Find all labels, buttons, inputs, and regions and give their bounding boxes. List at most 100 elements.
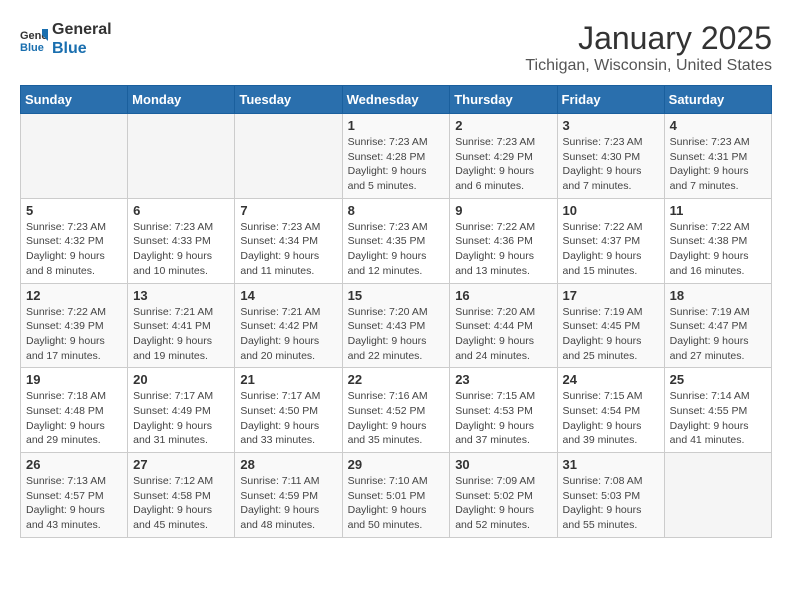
day-number: 26 — [26, 457, 122, 472]
day-info: Sunrise: 7:17 AM Sunset: 4:50 PM Dayligh… — [240, 389, 336, 448]
header-wednesday: Wednesday — [342, 86, 450, 114]
calendar-cell: 30Sunrise: 7:09 AM Sunset: 5:02 PM Dayli… — [450, 453, 557, 538]
calendar-cell: 12 Sunrise: 7:22 AM Sunset: 4:39 PM Dayli… — [21, 283, 128, 368]
header-sunday: Sunday — [21, 86, 128, 114]
day-info: Sunrise: 7:22 AM Sunset: 4:39 PM Dayligh… — [26, 305, 122, 364]
day-info: Sunrise: 7:18 AM Sunset: 4:48 PM Dayligh… — [26, 389, 122, 448]
calendar-table: SundayMondayTuesdayWednesdayThursdayFrid… — [20, 85, 772, 538]
day-number: 11 — [670, 203, 766, 218]
day-number: 29 — [348, 457, 445, 472]
calendar-cell: 11 Sunrise: 7:22 AM Sunset: 4:38 PM Dayli… — [664, 198, 771, 283]
day-info: Sunrise: 7:23 AM Sunset: 4:28 PM Dayligh… — [348, 135, 445, 194]
day-number: 3 — [563, 118, 659, 133]
calendar-cell: 21 Sunrise: 7:17 AM Sunset: 4:50 PM Dayli… — [235, 368, 342, 453]
day-info: Sunrise: 7:22 AM Sunset: 4:37 PM Dayligh… — [563, 220, 659, 279]
day-number: 9 — [455, 203, 551, 218]
calendar-cell: 8 Sunrise: 7:23 AM Sunset: 4:35 PM Daylig… — [342, 198, 450, 283]
day-info: Sunrise: 7:23 AM Sunset: 4:29 PM Dayligh… — [455, 135, 551, 194]
day-info: Sunrise: 7:22 AM Sunset: 4:38 PM Dayligh… — [670, 220, 766, 279]
calendar-week-5: 26 Sunrise: 7:13 AM Sunset: 4:57 PM Dayli… — [21, 453, 772, 538]
day-number: 12 — [26, 288, 122, 303]
header-monday: Monday — [128, 86, 235, 114]
calendar-cell: 31 Sunrise: 7:08 AM Sunset: 5:03 PM Dayli… — [557, 453, 664, 538]
calendar-cell: 28 Sunrise: 7:11 AM Sunset: 4:59 PM Dayli… — [235, 453, 342, 538]
header-thursday: Thursday — [450, 86, 557, 114]
svg-text:Blue: Blue — [20, 42, 44, 53]
day-info: Sunrise: 7:20 AM Sunset: 4:43 PM Dayligh… — [348, 305, 445, 364]
day-info: Sunrise: 7:09 AM Sunset: 5:02 PM Dayligh… — [455, 474, 551, 533]
calendar-cell: 18 Sunrise: 7:19 AM Sunset: 4:47 PM Dayli… — [664, 283, 771, 368]
day-info: Sunrise: 7:21 AM Sunset: 4:42 PM Dayligh… — [240, 305, 336, 364]
calendar-cell: 13 Sunrise: 7:21 AM Sunset: 4:41 PM Dayli… — [128, 283, 235, 368]
day-info: Sunrise: 7:08 AM Sunset: 5:03 PM Dayligh… — [563, 474, 659, 533]
header-saturday: Saturday — [664, 86, 771, 114]
calendar-cell: 14 Sunrise: 7:21 AM Sunset: 4:42 PM Dayli… — [235, 283, 342, 368]
logo-general-text: General — [52, 20, 112, 39]
day-info: Sunrise: 7:23 AM Sunset: 4:33 PM Dayligh… — [133, 220, 229, 279]
day-number: 27 — [133, 457, 229, 472]
calendar-cell: 20 Sunrise: 7:17 AM Sunset: 4:49 PM Dayli… — [128, 368, 235, 453]
day-info: Sunrise: 7:15 AM Sunset: 4:53 PM Dayligh… — [455, 389, 551, 448]
calendar-cell: 23 Sunrise: 7:15 AM Sunset: 4:53 PM Dayli… — [450, 368, 557, 453]
day-number: 23 — [455, 372, 551, 387]
day-info: Sunrise: 7:20 AM Sunset: 4:44 PM Dayligh… — [455, 305, 551, 364]
calendar-cell: 6 Sunrise: 7:23 AM Sunset: 4:33 PM Daylig… — [128, 198, 235, 283]
day-number: 5 — [26, 203, 122, 218]
day-info: Sunrise: 7:23 AM Sunset: 4:31 PM Dayligh… — [670, 135, 766, 194]
day-info: Sunrise: 7:23 AM Sunset: 4:34 PM Dayligh… — [240, 220, 336, 279]
calendar-cell: 17Sunrise: 7:19 AM Sunset: 4:45 PM Dayli… — [557, 283, 664, 368]
calendar-week-3: 12 Sunrise: 7:22 AM Sunset: 4:39 PM Dayli… — [21, 283, 772, 368]
calendar-cell: 1Sunrise: 7:23 AM Sunset: 4:28 PM Daylig… — [342, 114, 450, 199]
day-number: 31 — [563, 457, 659, 472]
day-info: Sunrise: 7:10 AM Sunset: 5:01 PM Dayligh… — [348, 474, 445, 533]
calendar-week-2: 5 Sunrise: 7:23 AM Sunset: 4:32 PM Daylig… — [21, 198, 772, 283]
day-number: 14 — [240, 288, 336, 303]
day-number: 15 — [348, 288, 445, 303]
day-info: Sunrise: 7:21 AM Sunset: 4:41 PM Dayligh… — [133, 305, 229, 364]
day-info: Sunrise: 7:23 AM Sunset: 4:35 PM Dayligh… — [348, 220, 445, 279]
logo-icon: General Blue — [20, 25, 48, 53]
calendar-cell: 9 Sunrise: 7:22 AM Sunset: 4:36 PM Daylig… — [450, 198, 557, 283]
day-number: 19 — [26, 372, 122, 387]
day-info: Sunrise: 7:23 AM Sunset: 4:30 PM Dayligh… — [563, 135, 659, 194]
day-info: Sunrise: 7:13 AM Sunset: 4:57 PM Dayligh… — [26, 474, 122, 533]
header: General Blue General Blue January 2025 T… — [20, 20, 772, 75]
day-number: 2 — [455, 118, 551, 133]
calendar-cell — [21, 114, 128, 199]
calendar-cell: 15 Sunrise: 7:20 AM Sunset: 4:43 PM Dayli… — [342, 283, 450, 368]
calendar-cell: 29 Sunrise: 7:10 AM Sunset: 5:01 PM Dayli… — [342, 453, 450, 538]
day-number: 24 — [563, 372, 659, 387]
day-number: 10 — [563, 203, 659, 218]
calendar-cell: 24Sunrise: 7:15 AM Sunset: 4:54 PM Dayli… — [557, 368, 664, 453]
day-number: 7 — [240, 203, 336, 218]
header-friday: Friday — [557, 86, 664, 114]
day-number: 25 — [670, 372, 766, 387]
day-info: Sunrise: 7:17 AM Sunset: 4:49 PM Dayligh… — [133, 389, 229, 448]
day-info: Sunrise: 7:23 AM Sunset: 4:32 PM Dayligh… — [26, 220, 122, 279]
day-number: 22 — [348, 372, 445, 387]
calendar-cell: 7 Sunrise: 7:23 AM Sunset: 4:34 PM Daylig… — [235, 198, 342, 283]
day-info: Sunrise: 7:16 AM Sunset: 4:52 PM Dayligh… — [348, 389, 445, 448]
day-number: 16 — [455, 288, 551, 303]
title-area: January 2025 Tichigan, Wisconsin, United… — [525, 20, 772, 75]
calendar-cell: 22 Sunrise: 7:16 AM Sunset: 4:52 PM Dayli… — [342, 368, 450, 453]
day-info: Sunrise: 7:19 AM Sunset: 4:47 PM Dayligh… — [670, 305, 766, 364]
location-title: Tichigan, Wisconsin, United States — [525, 57, 772, 75]
day-number: 18 — [670, 288, 766, 303]
calendar-cell — [664, 453, 771, 538]
calendar-cell: 16 Sunrise: 7:20 AM Sunset: 4:44 PM Dayli… — [450, 283, 557, 368]
day-number: 20 — [133, 372, 229, 387]
logo-blue-text: Blue — [52, 39, 112, 58]
day-number: 6 — [133, 203, 229, 218]
day-info: Sunrise: 7:22 AM Sunset: 4:36 PM Dayligh… — [455, 220, 551, 279]
calendar-week-4: 19 Sunrise: 7:18 AM Sunset: 4:48 PM Dayli… — [21, 368, 772, 453]
day-info: Sunrise: 7:11 AM Sunset: 4:59 PM Dayligh… — [240, 474, 336, 533]
day-number: 28 — [240, 457, 336, 472]
calendar-cell: 26 Sunrise: 7:13 AM Sunset: 4:57 PM Dayli… — [21, 453, 128, 538]
calendar-cell: 3 Sunrise: 7:23 AM Sunset: 4:30 PM Daylig… — [557, 114, 664, 199]
calendar-cell — [128, 114, 235, 199]
calendar-cell: 25Sunrise: 7:14 AM Sunset: 4:55 PM Dayli… — [664, 368, 771, 453]
day-number: 8 — [348, 203, 445, 218]
day-number: 13 — [133, 288, 229, 303]
day-number: 21 — [240, 372, 336, 387]
